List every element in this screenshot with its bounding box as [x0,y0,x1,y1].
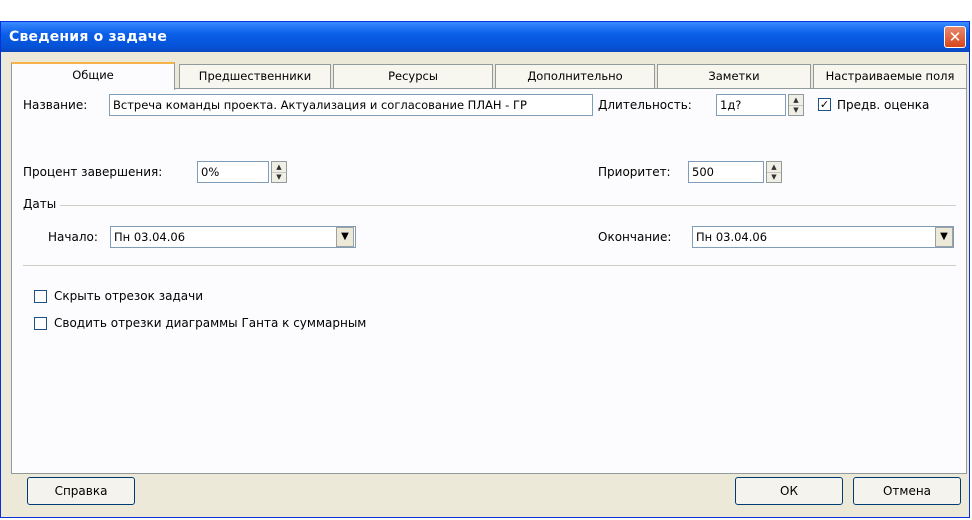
tab-strip: Общие Предшественники Ресурсы Дополнител… [11,62,967,90]
general-tab-panel: Название: Встреча команды проекта. Актуа… [11,88,967,474]
tab-notes[interactable]: Заметки [657,64,811,88]
duration-input[interactable]: 1д? [716,94,786,116]
percent-spinner[interactable]: ▲ ▼ [271,161,287,183]
dates-group-label: Даты [23,197,57,211]
name-label: Название: [23,98,88,112]
duration-spinner[interactable]: ▲ ▼ [788,94,804,116]
cancel-button[interactable]: Отмена [853,477,961,505]
rollup-checkbox[interactable] [34,317,47,330]
spin-down-icon[interactable]: ▼ [789,105,803,115]
rollup-label: Сводить отрезки диаграммы Ганта к суммар… [54,316,367,330]
spin-down-icon[interactable]: ▼ [767,172,781,182]
duration-label: Длительность: [598,98,692,112]
task-name-input[interactable]: Встреча команды проекта. Актуализация и … [109,94,593,116]
ok-button[interactable]: ОК [735,477,843,505]
priority-input[interactable]: 500 [688,161,764,183]
close-icon[interactable]: ✕ [944,26,966,48]
task-info-dialog: Сведения о задаче ✕ Общие Предшественник… [0,21,970,518]
tab-custom-fields[interactable]: Настраиваемые поля [813,64,967,88]
start-date-dropdown-icon[interactable]: ▼ [336,227,354,247]
priority-label: Приоритет: [598,165,671,179]
finish-date-dropdown-icon[interactable]: ▼ [935,227,953,247]
tab-resources[interactable]: Ресурсы [333,64,493,88]
tab-advanced[interactable]: Дополнительно [495,64,655,88]
estimated-checkbox[interactable]: ✓ [818,98,831,111]
finish-date-select[interactable]: Пн 03.04.06 [692,226,954,248]
percent-complete-input[interactable]: 0% [197,161,269,183]
dialog-title: Сведения о задаче [9,29,168,45]
help-button[interactable]: Справка [27,477,135,505]
hide-bar-checkbox[interactable] [34,290,47,303]
percent-complete-label: Процент завершения: [23,165,163,179]
start-date-select[interactable]: Пн 03.04.06 [110,226,356,248]
dates-separator [60,205,956,206]
priority-spinner[interactable]: ▲ ▼ [766,161,782,183]
title-bar[interactable]: Сведения о задаче ✕ [1,22,969,52]
tab-predecessors[interactable]: Предшественники [179,64,331,88]
options-separator [23,265,956,266]
tab-general[interactable]: Общие [11,62,175,90]
spin-down-icon[interactable]: ▼ [272,172,286,182]
start-label: Начало: [48,230,98,244]
estimated-label: Предв. оценка [837,98,930,112]
finish-label: Окончание: [598,230,672,244]
hide-bar-label: Скрыть отрезок задачи [54,289,203,303]
